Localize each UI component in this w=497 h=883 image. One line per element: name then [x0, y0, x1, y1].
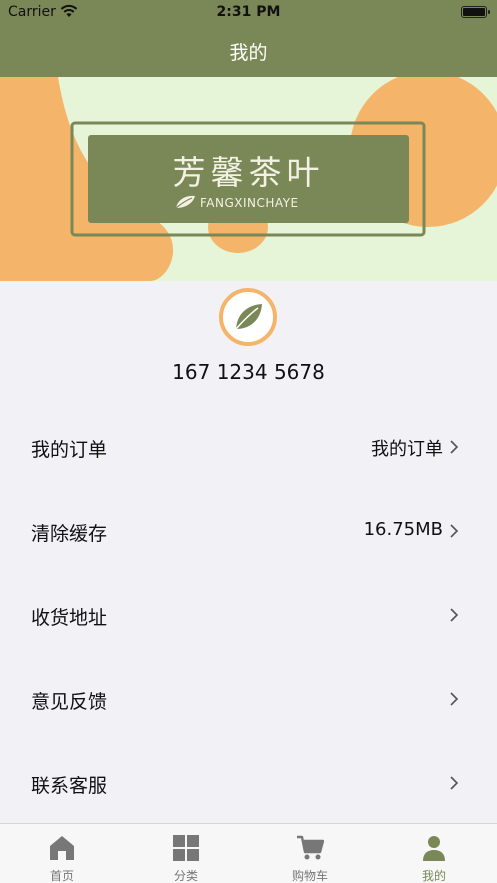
menu-item-customer-service[interactable]: 联系客服: [0, 743, 497, 827]
brand-name: 芳馨茶叶: [172, 153, 325, 192]
avatar[interactable]: [219, 288, 277, 346]
nav-bar: 我的: [0, 26, 497, 77]
page-title: 我的: [229, 42, 268, 64]
menu-item-label: 我的订单: [31, 439, 108, 461]
status-bar: Carrier 2:31 PM: [0, 0, 497, 26]
user-phone: 167 1234 5678: [172, 360, 325, 384]
menu-item-label: 收货地址: [31, 607, 108, 629]
battery-icon: [461, 6, 490, 18]
menu-item-label: 意见反馈: [31, 691, 108, 713]
menu-item-value: 16.75MB: [363, 519, 443, 540]
menu-item-label: 清除缓存: [31, 523, 108, 545]
chevron-right-icon: [450, 776, 459, 790]
cart-icon: [297, 835, 324, 860]
tab-cart[interactable]: 购物车: [248, 824, 372, 883]
menu-item-label: 联系客服: [31, 775, 108, 797]
menu-item-value: 我的订单: [371, 439, 443, 460]
chevron-right-icon: [450, 524, 459, 538]
tab-label: 我的: [421, 869, 446, 883]
menu-item-clear-cache[interactable]: 清除缓存 16.75MB: [0, 491, 497, 575]
leaf-icon: [175, 195, 195, 209]
tab-label: 购物车: [291, 869, 328, 883]
chevron-right-icon: [450, 692, 459, 706]
menu-item-orders[interactable]: 我的订单 我的订单: [0, 407, 497, 491]
person-icon: [423, 836, 445, 861]
tab-label: 分类: [173, 869, 198, 883]
tab-bar: 首页 分类 购物车 我的: [0, 823, 497, 883]
menu-item-feedback[interactable]: 意见反馈: [0, 659, 497, 743]
brand-pinyin: FANGXINCHAYE: [200, 196, 299, 210]
status-time: 2:31 PM: [216, 4, 281, 20]
tab-label: 首页: [49, 869, 74, 883]
home-icon: [50, 836, 74, 860]
tab-mine[interactable]: 我的: [372, 824, 496, 883]
grid-icon: [173, 835, 199, 861]
menu-item-address[interactable]: 收货地址: [0, 575, 497, 659]
tab-category[interactable]: 分类: [124, 824, 248, 883]
tab-home[interactable]: 首页: [0, 824, 124, 883]
chevron-right-icon: [450, 440, 459, 454]
leaf-icon: [235, 304, 262, 330]
chevron-right-icon: [450, 608, 459, 622]
